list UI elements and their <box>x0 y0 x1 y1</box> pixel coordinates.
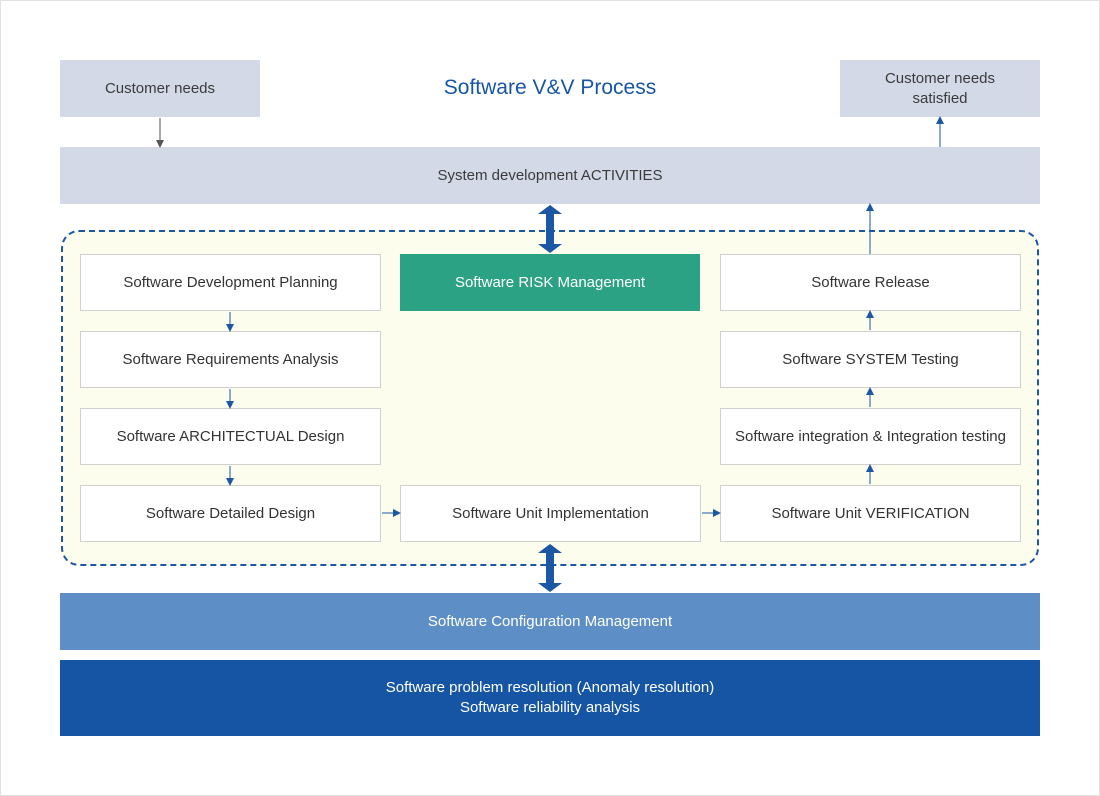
double-arrow-system-risk <box>538 205 562 253</box>
connector-arrows <box>156 116 944 592</box>
double-arrow-implementation-config <box>538 544 562 592</box>
